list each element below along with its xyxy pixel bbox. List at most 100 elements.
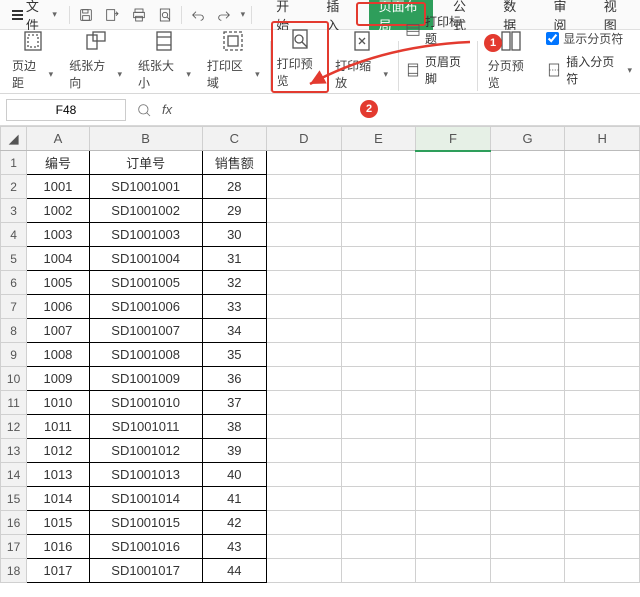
cell[interactable]	[490, 487, 565, 511]
select-all-corner[interactable]: ◢	[1, 127, 27, 151]
row-header[interactable]: 2	[1, 175, 27, 199]
row-header[interactable]: 7	[1, 295, 27, 319]
cell[interactable]: 1016	[27, 535, 89, 559]
cell[interactable]	[267, 559, 342, 583]
col-header[interactable]: G	[490, 127, 565, 151]
cell[interactable]	[416, 511, 491, 535]
orientation-button[interactable]: 纸张方向▾	[63, 27, 128, 91]
print-icon[interactable]	[128, 4, 148, 26]
cell[interactable]	[341, 511, 416, 535]
print-scaling-button[interactable]: 打印缩放▾	[329, 27, 394, 91]
cell[interactable]	[267, 247, 342, 271]
cell[interactable]	[416, 535, 491, 559]
cell[interactable]: 1009	[27, 367, 89, 391]
cell[interactable]	[341, 535, 416, 559]
cell[interactable]: 1014	[27, 487, 89, 511]
cell[interactable]: SD1001001	[89, 175, 202, 199]
page-break-preview-button[interactable]: 分页预览	[482, 27, 541, 91]
cell[interactable]	[267, 463, 342, 487]
cell[interactable]	[490, 271, 565, 295]
cell[interactable]	[490, 223, 565, 247]
cell[interactable]	[267, 151, 342, 175]
row-header[interactable]: 15	[1, 487, 27, 511]
cell[interactable]	[490, 151, 565, 175]
cell[interactable]	[490, 463, 565, 487]
cell[interactable]	[565, 391, 640, 415]
cell[interactable]	[341, 271, 416, 295]
cell[interactable]: 1007	[27, 319, 89, 343]
cancel-formula-icon[interactable]	[134, 100, 154, 120]
cell[interactable]: 36	[202, 367, 267, 391]
cell[interactable]	[341, 199, 416, 223]
row-header[interactable]: 6	[1, 271, 27, 295]
cell[interactable]: 38	[202, 415, 267, 439]
cell[interactable]	[341, 463, 416, 487]
cell[interactable]	[490, 535, 565, 559]
row-header[interactable]: 8	[1, 319, 27, 343]
cell[interactable]: 1005	[27, 271, 89, 295]
print-preview-button[interactable]: 打印预览	[271, 21, 330, 93]
cell[interactable]: 41	[202, 487, 267, 511]
cell[interactable]	[565, 487, 640, 511]
cell[interactable]	[416, 247, 491, 271]
cell[interactable]: 30	[202, 223, 267, 247]
cell[interactable]: SD1001014	[89, 487, 202, 511]
cell[interactable]	[565, 247, 640, 271]
cell[interactable]	[490, 511, 565, 535]
cell[interactable]	[416, 559, 491, 583]
margins-button[interactable]: 页边距▾	[6, 27, 59, 91]
name-box[interactable]	[6, 99, 126, 121]
cell[interactable]	[341, 151, 416, 175]
cell[interactable]	[416, 463, 491, 487]
cell[interactable]: SD1001009	[89, 367, 202, 391]
cell[interactable]	[565, 511, 640, 535]
col-header[interactable]: D	[267, 127, 342, 151]
cell[interactable]: 29	[202, 199, 267, 223]
show-page-break-input[interactable]	[546, 32, 559, 45]
cell[interactable]: SD1001013	[89, 463, 202, 487]
header-footer-button[interactable]: 页眉页脚	[405, 53, 471, 87]
cell[interactable]	[341, 391, 416, 415]
cell[interactable]: 40	[202, 463, 267, 487]
cell[interactable]: SD1001015	[89, 511, 202, 535]
cell[interactable]: 34	[202, 319, 267, 343]
cell[interactable]: 31	[202, 247, 267, 271]
cell[interactable]: 44	[202, 559, 267, 583]
cell[interactable]	[565, 295, 640, 319]
cell[interactable]: SD1001012	[89, 439, 202, 463]
cell[interactable]: 1011	[27, 415, 89, 439]
cell[interactable]	[341, 247, 416, 271]
row-header[interactable]: 16	[1, 511, 27, 535]
row-header[interactable]: 12	[1, 415, 27, 439]
print-titles-button[interactable]: 打印标题	[405, 13, 471, 47]
cell[interactable]	[565, 559, 640, 583]
cell[interactable]: 33	[202, 295, 267, 319]
cell[interactable]: 1006	[27, 295, 89, 319]
col-header[interactable]: H	[565, 127, 640, 151]
col-header[interactable]: E	[341, 127, 416, 151]
cell[interactable]	[565, 199, 640, 223]
cell[interactable]	[267, 175, 342, 199]
cell[interactable]	[416, 271, 491, 295]
cell[interactable]: 37	[202, 391, 267, 415]
row-header[interactable]: 1	[1, 151, 27, 175]
col-header[interactable]: A	[27, 127, 89, 151]
cell[interactable]	[267, 295, 342, 319]
cell[interactable]: 42	[202, 511, 267, 535]
cell[interactable]	[490, 343, 565, 367]
row-header[interactable]: 3	[1, 199, 27, 223]
cell[interactable]	[267, 535, 342, 559]
cell[interactable]: 1010	[27, 391, 89, 415]
cell[interactable]: 订单号	[89, 151, 202, 175]
cell[interactable]	[565, 271, 640, 295]
cell[interactable]: 35	[202, 343, 267, 367]
cell[interactable]	[490, 439, 565, 463]
save-icon[interactable]	[76, 4, 96, 26]
cell[interactable]: 1013	[27, 463, 89, 487]
cell[interactable]	[490, 319, 565, 343]
cell[interactable]: 1012	[27, 439, 89, 463]
cell[interactable]: 1003	[27, 223, 89, 247]
cell[interactable]	[565, 439, 640, 463]
cell[interactable]	[341, 559, 416, 583]
cell[interactable]	[416, 391, 491, 415]
